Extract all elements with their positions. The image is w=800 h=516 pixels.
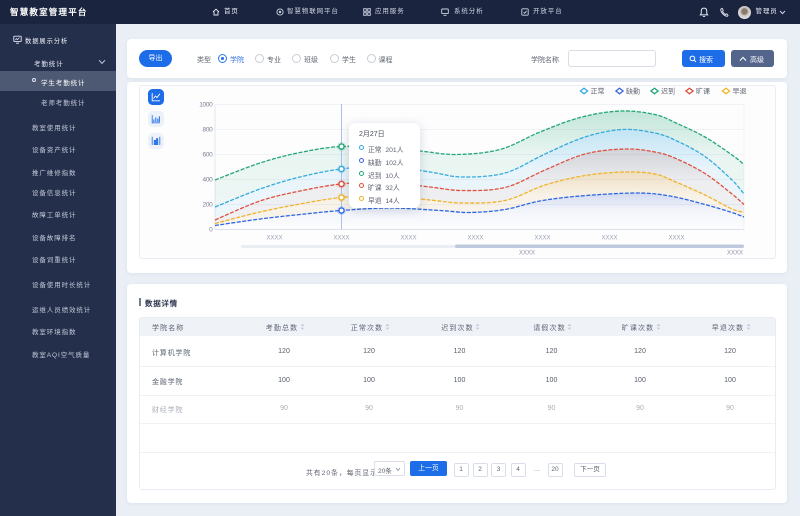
svg-text:400: 400 <box>203 177 214 184</box>
svg-text:XXXX: XXXX <box>266 236 282 242</box>
svg-text:600: 600 <box>203 152 214 159</box>
svg-text:XXXX: XXXX <box>467 236 483 242</box>
svg-text:迟到: 迟到 <box>661 88 675 96</box>
svg-text:1000: 1000 <box>199 102 213 109</box>
svg-text:XXXX: XXXX <box>333 236 349 242</box>
svg-text:缺勤: 缺勤 <box>626 87 640 96</box>
svg-text:正常: 正常 <box>591 87 605 96</box>
svg-text:XXXX: XXXX <box>400 236 416 242</box>
svg-text:旷课: 旷课 <box>696 87 710 96</box>
svg-text:XXXX: XXXX <box>668 236 684 242</box>
svg-text:早退: 早退 <box>733 87 747 96</box>
svg-text:XXXX: XXXX <box>601 236 617 242</box>
svg-text:200: 200 <box>203 202 214 209</box>
svg-text:800: 800 <box>203 127 214 134</box>
svg-text:0: 0 <box>209 227 213 234</box>
svg-text:XXXX: XXXX <box>534 236 550 242</box>
svg-text:XXXX: XXXX <box>519 251 535 257</box>
svg-text:XXXX: XXXX <box>727 251 743 257</box>
